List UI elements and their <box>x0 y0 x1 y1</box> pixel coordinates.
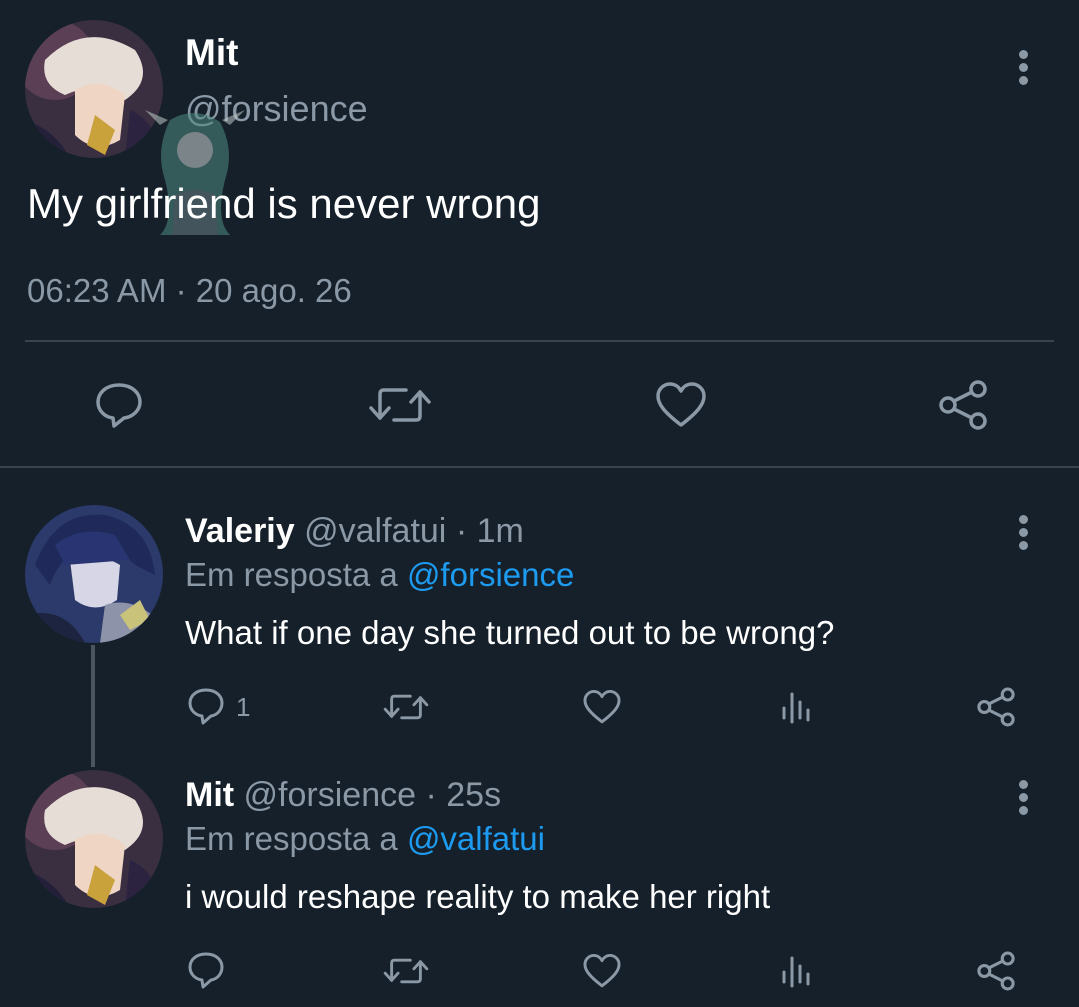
more-options-icon[interactable] <box>1019 50 1029 89</box>
author-name[interactable]: Valeriy <box>185 512 295 550</box>
share-icon[interactable] <box>936 378 990 432</box>
reply-icon[interactable] <box>186 686 226 726</box>
more-options-icon[interactable] <box>1019 780 1029 819</box>
author-name[interactable]: Mit <box>185 776 234 814</box>
author-name[interactable]: Mit <box>185 32 238 74</box>
reply-count: 1 <box>236 692 251 722</box>
share-icon[interactable] <box>975 686 1017 728</box>
more-options-icon[interactable] <box>1019 515 1029 554</box>
divider <box>0 466 1079 468</box>
thread-line <box>91 645 95 767</box>
reply-prefix: Em resposta a <box>185 556 398 593</box>
retweet-icon[interactable] <box>368 380 432 430</box>
avatar[interactable] <box>25 505 163 643</box>
reply-icon[interactable] <box>93 380 145 430</box>
analytics-icon[interactable] <box>780 952 816 988</box>
divider <box>25 340 1054 342</box>
retweet-icon[interactable] <box>383 688 429 726</box>
avatar[interactable] <box>25 770 163 908</box>
reply-header: Valeriy @valfatui · 1m <box>185 512 524 551</box>
reply-header: Mit @forsience · 25s <box>185 776 501 815</box>
like-icon[interactable] <box>654 380 708 430</box>
like-icon[interactable] <box>582 688 622 726</box>
author-handle[interactable]: @valfatui <box>304 512 446 550</box>
time-ago: · 25s <box>425 776 502 814</box>
tweet-text: What if one day she turned out to be wro… <box>185 614 835 651</box>
analytics-icon[interactable] <box>780 688 816 724</box>
retweet-icon[interactable] <box>383 952 429 990</box>
tweet-text: My girlfriend is never wrong <box>27 180 541 227</box>
time-ago: · 1m <box>455 512 524 550</box>
reply-icon[interactable] <box>186 950 226 990</box>
tweet-text: i would reshape reality to make her righ… <box>185 878 771 915</box>
share-icon[interactable] <box>975 950 1017 992</box>
reply-context: Em resposta a @forsience <box>185 556 574 594</box>
like-icon[interactable] <box>582 952 622 990</box>
mention-link[interactable]: @valfatui <box>407 820 545 857</box>
reply-prefix: Em resposta a <box>185 820 398 857</box>
author-handle[interactable]: @forsience <box>244 776 416 814</box>
tweet-timestamp: 06:23 AM · 20 ago. 26 <box>27 272 352 309</box>
mention-link[interactable]: @forsience <box>407 556 574 593</box>
reply-context: Em resposta a @valfatui <box>185 820 545 858</box>
